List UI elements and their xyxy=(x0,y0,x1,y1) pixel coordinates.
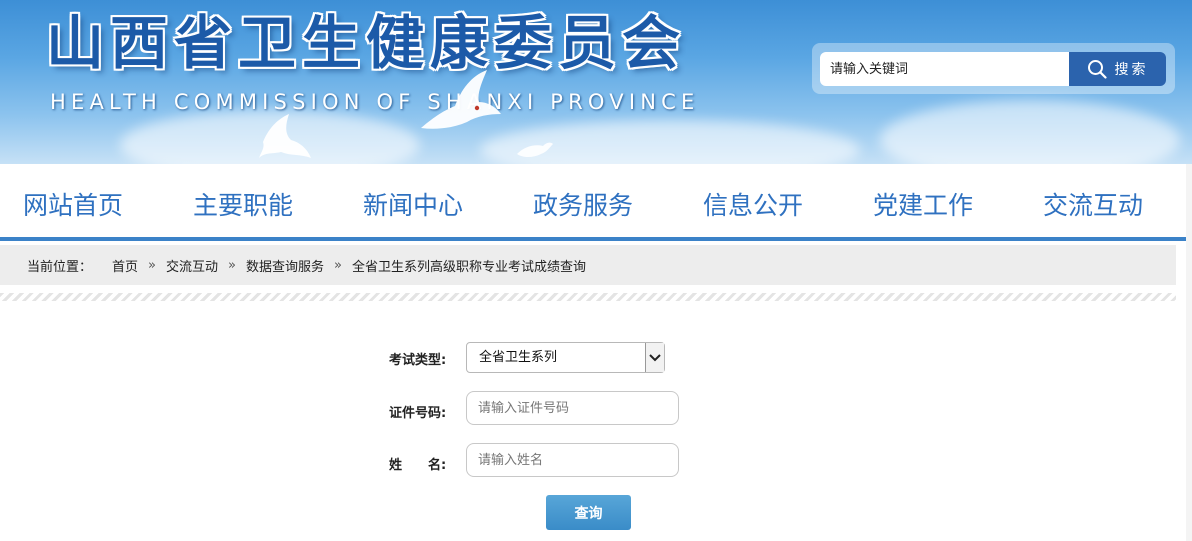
dove-icon xyxy=(517,142,553,157)
query-button[interactable]: 查询 xyxy=(546,495,631,530)
site-subtitle: HEALTH COMMISSION OF SHANXI PROVINCE xyxy=(50,90,700,114)
dove-icon xyxy=(421,70,501,129)
page-edge xyxy=(1186,164,1192,541)
breadcrumb-home[interactable]: 首页 xyxy=(112,256,138,275)
breadcrumb-interaction[interactable]: 交流互动 xyxy=(166,256,218,275)
breadcrumb-separator: » xyxy=(228,257,236,273)
name-field[interactable] xyxy=(466,443,679,477)
breadcrumb-data-query[interactable]: 数据查询服务 xyxy=(246,256,324,275)
nav-item-services[interactable]: 政务服务 xyxy=(533,186,633,222)
chevron-down-glyph xyxy=(649,353,661,361)
nav-item-news[interactable]: 新闻中心 xyxy=(363,186,463,222)
breadcrumb: 当前位置： 首页 » 交流互动 » 数据查询服务 » 全省卫生系列高级职称专业考… xyxy=(0,245,1176,285)
exam-type-value: 全省卫生系列 xyxy=(479,350,558,365)
search-input[interactable] xyxy=(820,52,1072,86)
nav-item-functions[interactable]: 主要职能 xyxy=(193,186,293,222)
main-nav: 网站首页 主要职能 新闻中心 政务服务 信息公开 党建工作 交流互动 xyxy=(0,164,1186,241)
nav-item-disclosure[interactable]: 信息公开 xyxy=(703,186,803,222)
decorative-divider xyxy=(0,293,1176,301)
breadcrumb-separator: » xyxy=(334,257,342,273)
exam-type-select[interactable]: 全省卫生系列 xyxy=(466,342,665,373)
banner-cloud xyxy=(880,100,1180,164)
breadcrumb-prefix: 当前位置： xyxy=(27,259,93,275)
search-button-label: 搜索 xyxy=(1114,62,1149,78)
chevron-down-icon[interactable] xyxy=(645,343,664,372)
nav-item-party[interactable]: 党建工作 xyxy=(873,186,973,222)
nav-item-interaction[interactable]: 交流互动 xyxy=(1043,186,1143,222)
nav-item-home[interactable]: 网站首页 xyxy=(23,186,123,222)
name-label: 姓 名: xyxy=(389,458,447,473)
breadcrumb-current[interactable]: 全省卫生系列高级职称专业考试成绩查询 xyxy=(352,256,586,275)
search-icon xyxy=(1087,60,1107,79)
id-number-label: 证件号码: xyxy=(389,406,447,421)
search-button[interactable]: 搜索 xyxy=(1069,52,1166,86)
breadcrumb-separator: » xyxy=(148,257,156,273)
site-title: 山西省卫生健康委员会 xyxy=(46,9,687,77)
dove-icon xyxy=(259,114,311,158)
id-number-field[interactable] xyxy=(466,391,679,425)
exam-type-label: 考试类型: xyxy=(389,353,447,368)
